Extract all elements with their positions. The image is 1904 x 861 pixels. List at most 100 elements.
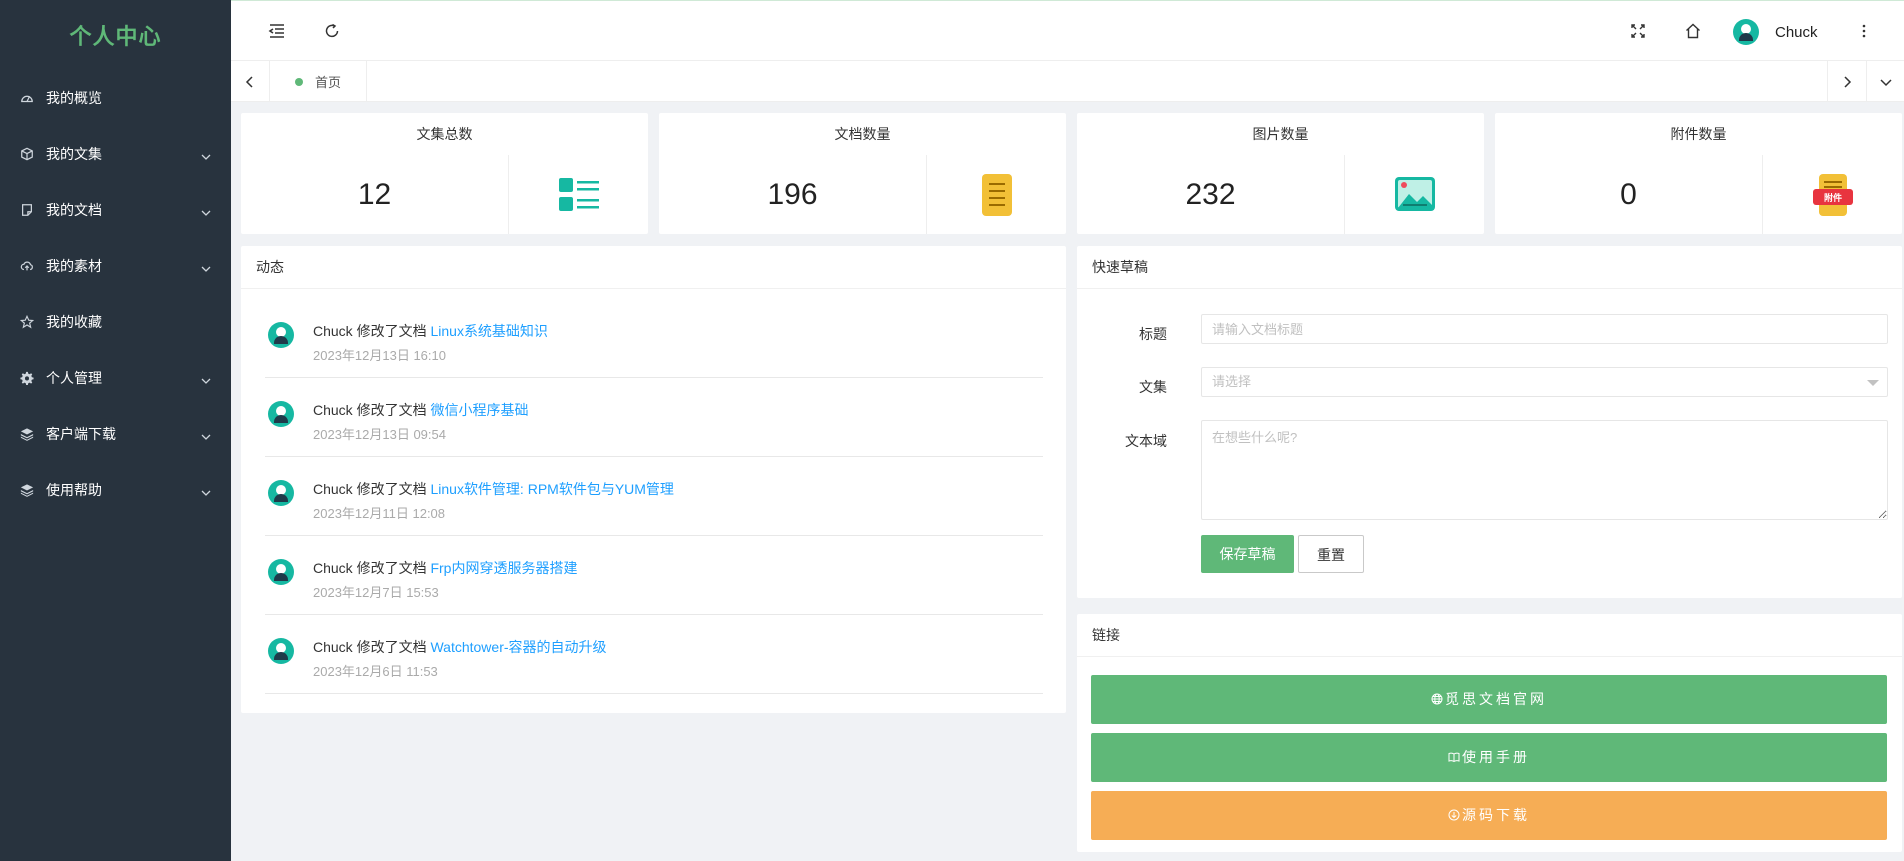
stat-title: 附件数量 [1670, 126, 1727, 142]
activity-actor: Chuck 修改了文档 [313, 323, 431, 339]
list-item: Chuck 修改了文档 Frp内网穿透服务器搭建 2023年12月7日 15:5… [265, 536, 1043, 615]
caret-down-icon [1867, 380, 1879, 386]
fullscreen-icon[interactable] [1628, 21, 1648, 41]
image-icon [1345, 155, 1484, 234]
tabs-scroll-left-button[interactable] [231, 61, 270, 102]
tab-label: 首页 [315, 75, 342, 90]
layers-icon [20, 483, 34, 497]
draft-content-textarea[interactable] [1201, 420, 1888, 520]
activity-actor: Chuck 修改了文档 [313, 639, 431, 655]
activity-doc-link[interactable]: Frp内网穿透服务器搭建 [430, 560, 577, 576]
activity-time: 2023年12月6日 11:53 [313, 664, 438, 679]
activity-doc-link[interactable]: Linux系统基础知识 [430, 323, 547, 339]
tab-home[interactable]: 首页 [271, 61, 367, 102]
sidebar-item-label: 我的概览 [46, 90, 102, 106]
stat-card-images: 图片数量 232 [1077, 113, 1484, 234]
sidebar-item-collections[interactable]: 我的文集 [0, 126, 231, 182]
cloud-upload-icon [20, 259, 34, 273]
list-item: Chuck 修改了文档 Linux系统基础知识 2023年12月13日 16:1… [265, 299, 1043, 378]
stat-title: 文档数量 [834, 126, 891, 142]
sidebar-item-favorites[interactable]: 我的收藏 [0, 294, 231, 350]
stat-value: 232 [1077, 155, 1345, 234]
sidebar-item-overview[interactable]: 我的概览 [0, 70, 231, 126]
document-icon [927, 155, 1066, 234]
avatar [268, 322, 294, 348]
chevron-down-icon [201, 373, 211, 384]
user-manual-button[interactable]: 使用手册 [1091, 733, 1887, 782]
sidebar-item-label: 我的素材 [46, 258, 102, 274]
menu-fold-icon[interactable] [267, 21, 287, 41]
activity-actor: Chuck 修改了文档 [313, 560, 431, 576]
user-name: Chuck [1775, 23, 1818, 41]
link-label: 觅思文档官网 [1445, 691, 1547, 707]
tabs-scroll-right-button[interactable] [1827, 61, 1866, 102]
stat-card-collections: 文集总数 12 [241, 113, 648, 234]
chevron-down-icon [201, 261, 211, 272]
star-icon [20, 315, 34, 329]
list-item: Chuck 修改了文档 微信小程序基础 2023年12月13日 09:54 [265, 378, 1043, 457]
link-label: 使用手册 [1462, 749, 1530, 765]
sidebar-item-label: 我的收藏 [46, 314, 102, 330]
avatar [268, 480, 294, 506]
quick-draft-panel: 快速草稿 标题 文集 请选择 文本域 保存草稿 重置 [1077, 246, 1902, 598]
stat-value: 0 [1495, 155, 1763, 234]
activity-time: 2023年12月11日 12:08 [313, 506, 446, 521]
save-draft-button[interactable]: 保存草稿 [1201, 535, 1294, 573]
activity-time: 2023年12月13日 16:10 [313, 348, 446, 363]
dashboard-icon [20, 91, 34, 105]
activity-panel: 动态 Chuck 修改了文档 Linux系统基础知识 2023年12月13日 1… [241, 246, 1066, 713]
sidebar-item-personal-management[interactable]: 个人管理 [0, 350, 231, 406]
globe-icon [1431, 693, 1443, 705]
activity-actor: Chuck 修改了文档 [313, 402, 431, 418]
sidebar-item-label: 客户端下载 [46, 426, 116, 442]
sidebar-item-label: 个人管理 [46, 370, 102, 386]
user-menu[interactable]: Chuck [1733, 18, 1818, 46]
sidebar-item-client-download[interactable]: 客户端下载 [0, 406, 231, 462]
sidebar: 个人中心 我的概览 我的文集 我的文档 我的素材 我的收藏 个人管理 客户端下载… [0, 0, 231, 861]
active-tab-dot [295, 77, 303, 86]
activity-doc-link[interactable]: Linux软件管理: RPM软件包与YUM管理 [430, 481, 673, 497]
chevron-right-icon [1840, 75, 1854, 89]
sidebar-item-help[interactable]: 使用帮助 [0, 462, 231, 518]
draft-title-label: 标题 [1139, 326, 1167, 342]
chevron-left-icon [243, 75, 257, 89]
sidebar-item-materials[interactable]: 我的素材 [0, 238, 231, 294]
sidebar-item-label: 使用帮助 [46, 482, 102, 498]
sidebar-item-documents[interactable]: 我的文档 [0, 182, 231, 238]
refresh-icon[interactable] [322, 21, 342, 41]
layers-icon [20, 427, 34, 441]
draft-title: 快速草稿 [1077, 246, 1902, 289]
book-icon [1448, 751, 1460, 763]
tabs-bar: 首页 [231, 61, 1904, 102]
more-vertical-icon[interactable] [1854, 21, 1874, 41]
draft-collection-label: 文集 [1139, 379, 1167, 395]
stat-card-documents: 文档数量 196 [659, 113, 1066, 234]
home-icon[interactable] [1683, 21, 1703, 41]
stat-title: 图片数量 [1252, 126, 1309, 142]
source-download-button[interactable]: 源码下载 [1091, 791, 1887, 840]
avatar [268, 559, 294, 585]
avatar [1733, 19, 1759, 45]
activity-time: 2023年12月7日 15:53 [313, 585, 439, 600]
activity-doc-link[interactable]: 微信小程序基础 [430, 402, 528, 418]
official-site-button[interactable]: 觅思文档官网 [1091, 675, 1887, 724]
draft-title-input[interactable] [1201, 314, 1888, 344]
reset-button[interactable]: 重置 [1298, 535, 1364, 573]
sidebar-item-label: 我的文档 [46, 202, 102, 218]
draft-collection-select[interactable]: 请选择 [1201, 367, 1888, 397]
chevron-down-icon [201, 485, 211, 496]
stat-card-attachments: 附件数量 0 附件 [1495, 113, 1902, 234]
links-panel: 链接 觅思文档官网 使用手册 源码下载 [1077, 614, 1902, 852]
tabs-dropdown-button[interactable] [1866, 61, 1904, 102]
stat-title: 文集总数 [416, 126, 473, 142]
activity-title: 动态 [241, 246, 1066, 289]
sidebar-item-label: 我的文集 [46, 146, 102, 162]
avatar [268, 638, 294, 664]
activity-doc-link[interactable]: Watchtower-容器的自动升级 [430, 639, 606, 655]
select-placeholder: 请选择 [1212, 374, 1252, 389]
gear-icon [20, 371, 34, 385]
list-icon [509, 155, 648, 234]
cube-icon [20, 147, 34, 161]
links-title: 链接 [1077, 614, 1902, 657]
chevron-down-icon [201, 429, 211, 440]
